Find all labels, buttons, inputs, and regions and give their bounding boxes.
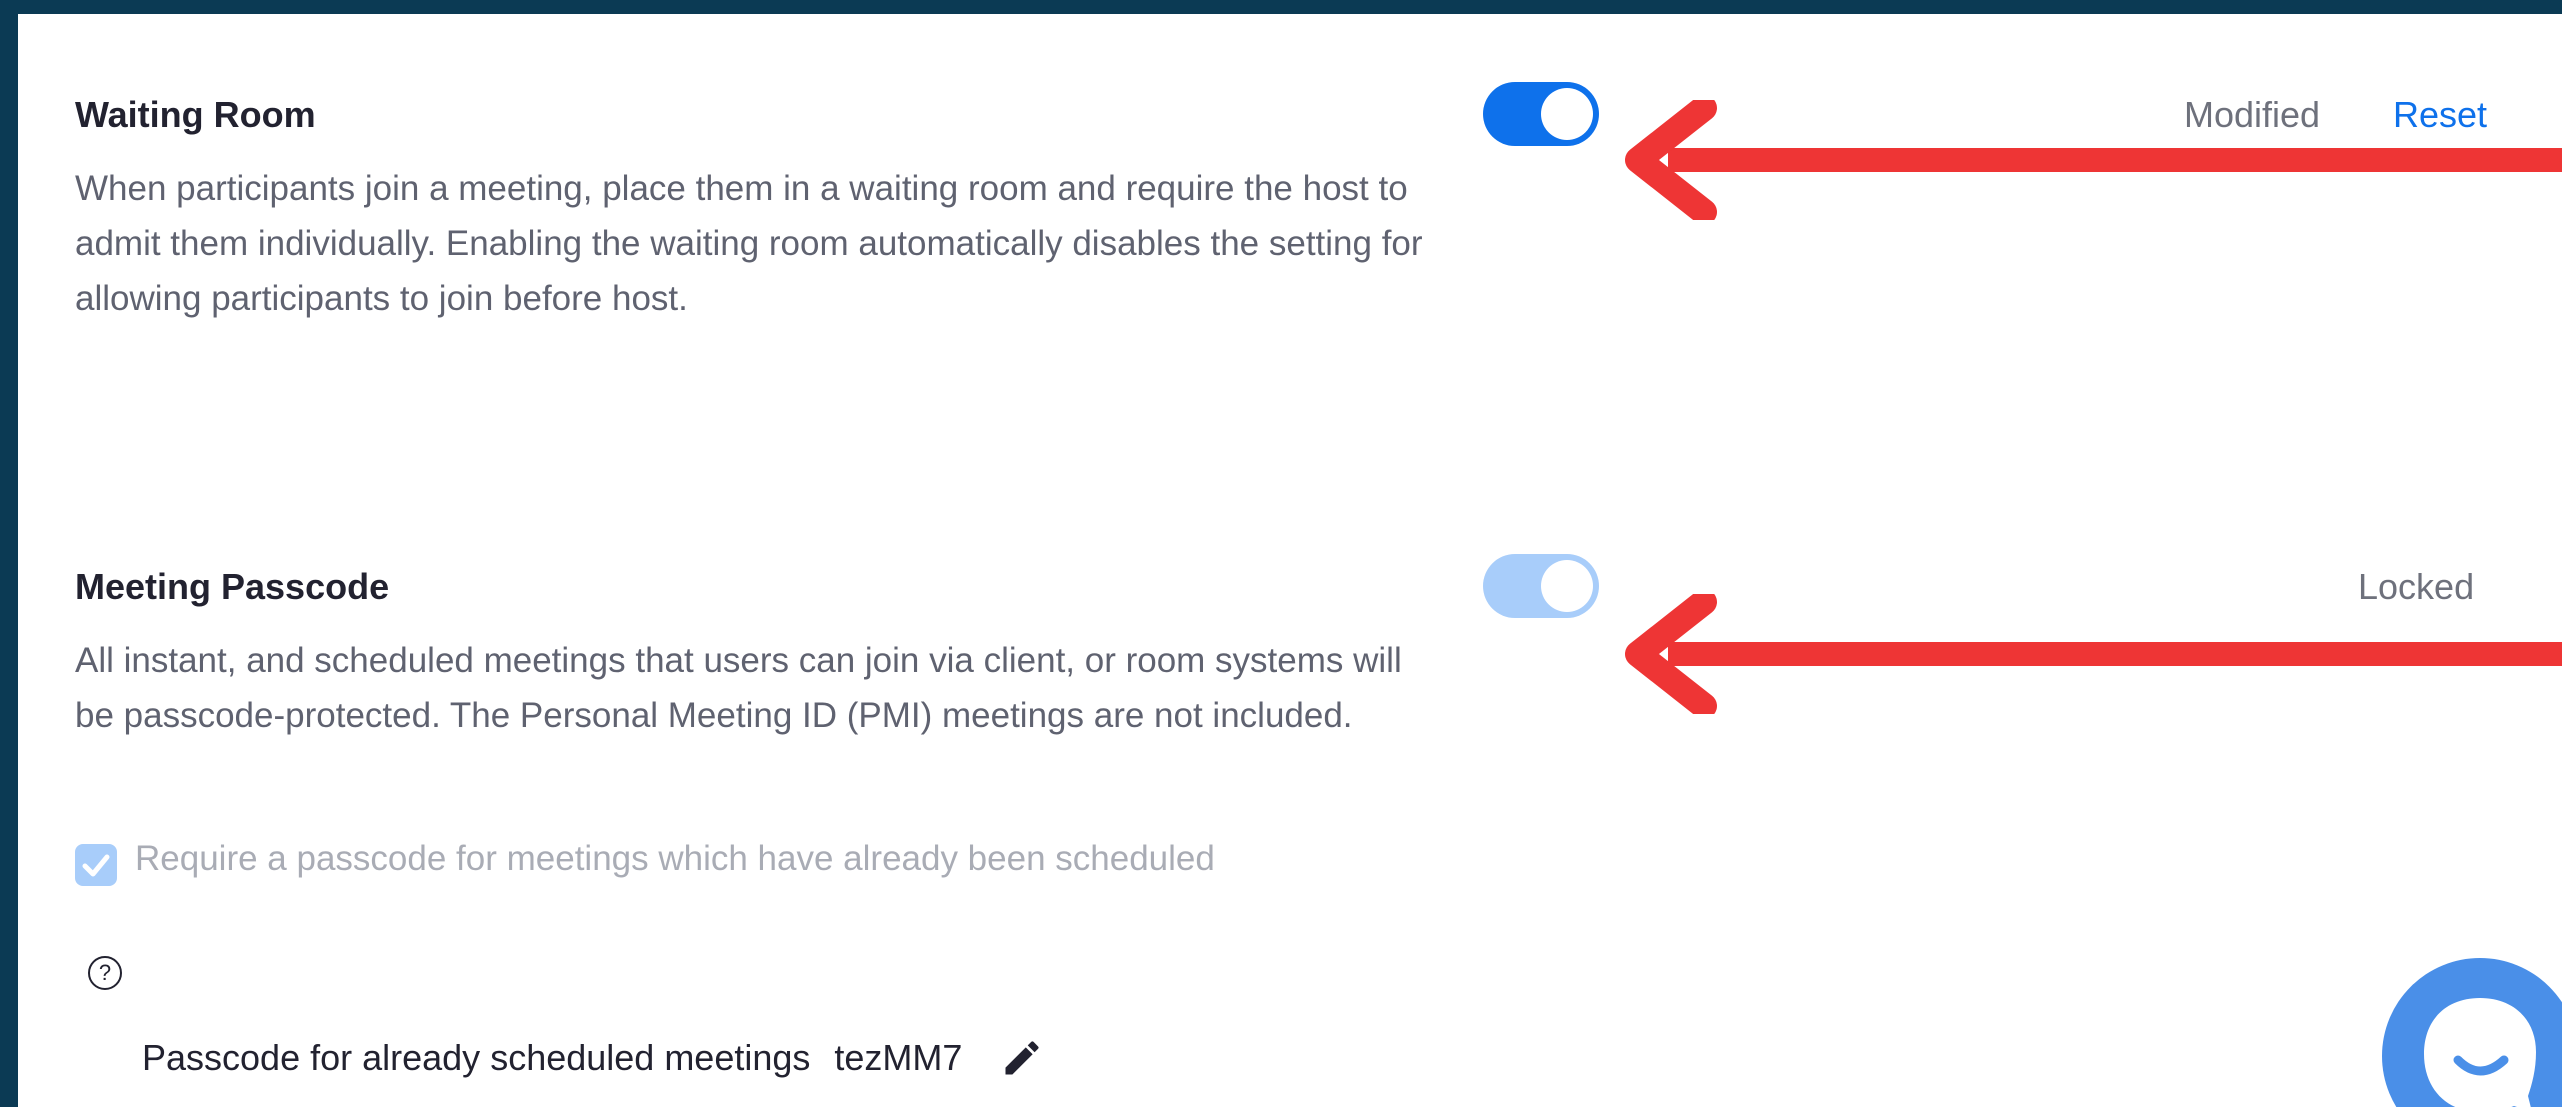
meeting-passcode-toggle[interactable] (1483, 554, 1599, 618)
toggle-knob (1541, 560, 1593, 612)
meeting-passcode-description: All instant, and scheduled meetings that… (75, 641, 1402, 735)
meeting-passcode-title: Meeting Passcode (75, 566, 390, 607)
require-passcode-checkbox[interactable] (75, 844, 117, 886)
chat-button[interactable] (2382, 958, 2562, 1107)
require-passcode-label: Require a passcode for meetings which ha… (135, 839, 1215, 878)
red-arrow-icon (1625, 100, 2562, 220)
checkmark-icon (82, 854, 110, 877)
passcode-value: tezMM7 (834, 1037, 963, 1078)
toggle-knob (1541, 88, 1593, 140)
waiting-room-description: When participants join a meeting, place … (75, 169, 1423, 318)
waiting-room-toggle[interactable] (1483, 82, 1599, 146)
passcode-label: Passcode for already scheduled meetings (142, 1037, 811, 1078)
passcode-row: Passcode for already scheduled meetings … (142, 1036, 1044, 1080)
settings-panel: Waiting Room When participants join a me… (18, 14, 2562, 1107)
question-circle-icon[interactable]: ? (88, 956, 122, 990)
red-arrow-icon (1625, 594, 2562, 714)
waiting-room-title: Waiting Room (75, 94, 316, 135)
pencil-icon[interactable] (1000, 1036, 1044, 1080)
chat-bubble-icon (2424, 998, 2536, 1107)
